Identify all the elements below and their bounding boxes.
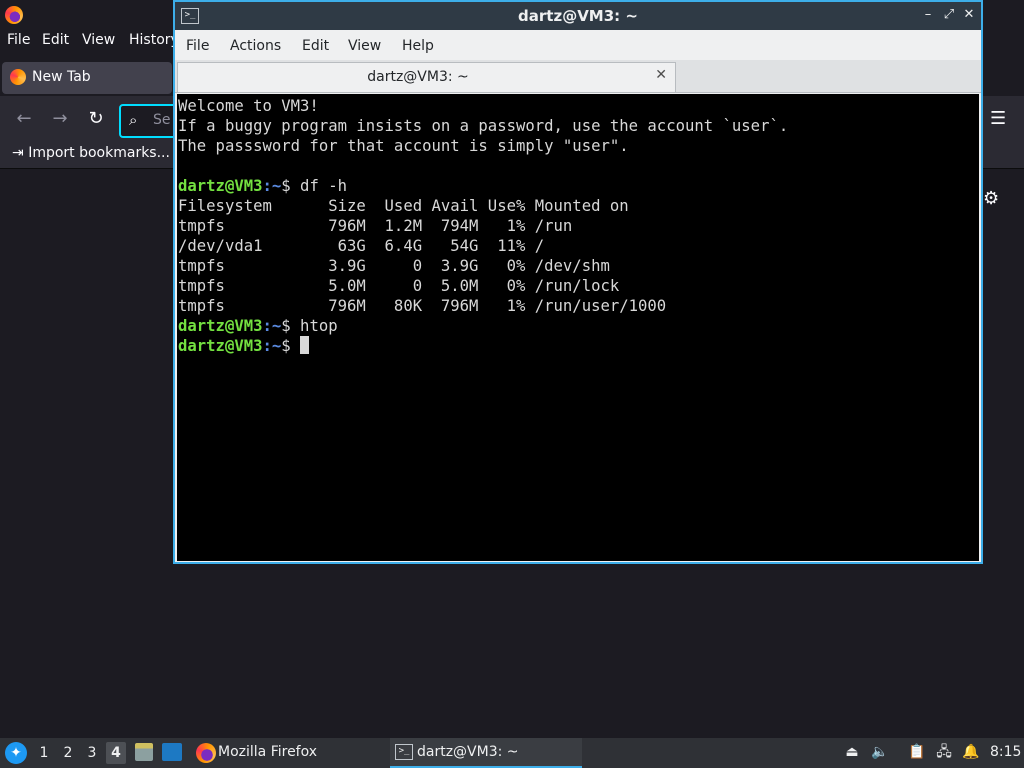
- terminal-menu-help[interactable]: Help: [402, 38, 434, 54]
- taskbar-firefox-button[interactable]: Mozilla Firefox: [193, 738, 383, 768]
- forward-arrow-icon[interactable]: →: [47, 106, 73, 132]
- clock[interactable]: 8:15: [990, 744, 1021, 760]
- terminal-window[interactable]: >_ dartz@VM3: ~ – ⤢ ✕ File Actions Edit …: [173, 0, 983, 564]
- firefox-tab-label: New Tab: [32, 69, 91, 85]
- firefox-icon: [196, 743, 216, 763]
- notifications-icon[interactable]: 🔔: [962, 743, 980, 761]
- workspace-3[interactable]: 3: [82, 742, 102, 764]
- df-row: tmpfs 3.9G 0 3.9G 0% /dev/shm: [178, 257, 610, 275]
- taskbar: ✦ 1 2 3 4 Mozilla Firefox >_ dartz@VM3: …: [0, 738, 1024, 768]
- prompt-user: dartz@VM3: [178, 177, 263, 195]
- terminal-prompt-line: dartz@VM3:~$ df -h: [177, 176, 979, 196]
- taskbar-terminal-button[interactable]: >_ dartz@VM3: ~: [390, 738, 582, 768]
- terminal-menu-view[interactable]: View: [348, 38, 381, 54]
- terminal-prompt-line: dartz@VM3:~$ htop: [177, 316, 979, 336]
- workspace-2[interactable]: 2: [58, 742, 78, 764]
- show-desktop-icon[interactable]: [162, 743, 182, 761]
- file-manager-icon[interactable]: [135, 743, 153, 761]
- prompt-user: dartz@VM3: [178, 337, 263, 355]
- terminal-line: The passsword for that account is simply…: [178, 137, 629, 155]
- terminal-tab-label: dartz@VM3: ~: [367, 69, 469, 85]
- terminal-menu-edit[interactable]: Edit: [302, 38, 329, 54]
- taskbar-firefox-label: Mozilla Firefox: [218, 744, 318, 760]
- terminal-prompt-line[interactable]: dartz@VM3:~$: [177, 336, 979, 356]
- firefox-logo-icon: [5, 6, 23, 24]
- terminal-line: Welcome to VM3!: [178, 97, 319, 115]
- firefox-tab-new-tab[interactable]: New Tab: [2, 62, 172, 94]
- taskbar-terminal-label: dartz@VM3: ~: [417, 744, 519, 760]
- df-row: /dev/vda1 63G 6.4G 54G 11% /: [178, 237, 545, 255]
- terminal-tabbar: dartz@VM3: ~ ✕: [175, 60, 981, 93]
- volume-icon[interactable]: 🔈: [871, 743, 889, 761]
- start-menu-icon[interactable]: ✦: [5, 742, 27, 764]
- prompt-path: :~: [262, 177, 282, 195]
- url-placeholder: Se: [153, 112, 171, 128]
- firefox-menu-history[interactable]: History: [129, 32, 179, 48]
- terminal-line: If a buggy program insists on a password…: [178, 117, 789, 135]
- workspace-4[interactable]: 4: [106, 742, 126, 764]
- firefox-menu-file[interactable]: File: [7, 32, 30, 48]
- network-icon[interactable]: 🖧: [935, 743, 953, 761]
- terminal-menubar: File Actions Edit View Help: [175, 30, 981, 60]
- firefox-tab-icon: [10, 69, 26, 85]
- import-bookmarks-button[interactable]: ⇥ Import bookmarks...: [12, 145, 170, 161]
- clipboard-icon[interactable]: 📋: [908, 743, 926, 761]
- df-row: tmpfs 796M 80K 796M 1% /run/user/1000: [178, 297, 667, 315]
- terminal-menu-actions[interactable]: Actions: [230, 38, 281, 54]
- prompt-command: $ htop: [281, 317, 338, 335]
- prompt-user: dartz@VM3: [178, 317, 263, 335]
- terminal-cursor: [300, 336, 310, 354]
- firefox-menu-view[interactable]: View: [82, 32, 115, 48]
- terminal-output[interactable]: Welcome to VM3! If a buggy program insis…: [177, 94, 979, 561]
- import-bookmarks-label: Import bookmarks...: [28, 145, 170, 161]
- minimize-icon[interactable]: –: [920, 7, 936, 23]
- terminal-menu-file[interactable]: File: [186, 38, 209, 54]
- prompt-path: :~: [262, 337, 282, 355]
- close-icon[interactable]: ✕: [961, 7, 977, 23]
- gear-icon[interactable]: ⚙: [983, 188, 999, 209]
- prompt-path: :~: [262, 317, 282, 335]
- import-icon: ⇥: [12, 145, 24, 161]
- prompt-command: $ df -h: [281, 177, 347, 195]
- terminal-titlebar[interactable]: >_ dartz@VM3: ~ – ⤢ ✕: [175, 2, 981, 30]
- df-row: tmpfs 796M 1.2M 794M 1% /run: [178, 217, 573, 235]
- maximize-icon[interactable]: ⤢: [941, 7, 957, 23]
- prompt-command: $: [281, 337, 301, 355]
- terminal-window-title: dartz@VM3: ~: [518, 7, 638, 25]
- hamburger-menu-icon[interactable]: ☰: [990, 108, 1006, 129]
- reload-icon[interactable]: ↻: [83, 106, 109, 132]
- terminal-tab[interactable]: dartz@VM3: ~ ✕: [177, 62, 676, 92]
- back-arrow-icon[interactable]: ←: [11, 106, 37, 132]
- firefox-menu-edit[interactable]: Edit: [42, 32, 69, 48]
- workspace-1[interactable]: 1: [34, 742, 54, 764]
- df-header-line: Filesystem Size Used Avail Use% Mounted …: [178, 197, 629, 215]
- df-row: tmpfs 5.0M 0 5.0M 0% /run/lock: [178, 277, 620, 295]
- terminal-icon: >_: [395, 744, 413, 760]
- tab-close-icon[interactable]: ✕: [655, 67, 667, 83]
- upload-icon[interactable]: ⏏: [843, 743, 861, 761]
- search-icon: ⌕: [129, 111, 138, 129]
